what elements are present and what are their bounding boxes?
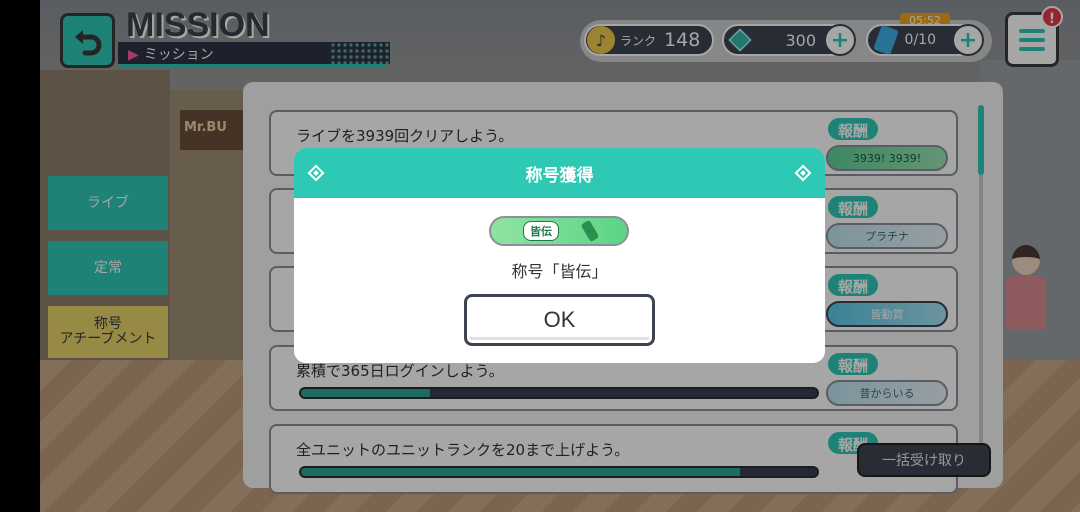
diamond-icon [307,164,325,182]
title-plate: 皆伝 [489,216,629,246]
dialog-header: 称号獲得 [294,148,825,198]
diamond-icon [794,164,812,182]
title-acquired-dialog: 称号獲得 皆伝 称号「皆伝」 OK [294,148,825,363]
dialog-title: 称号獲得 [525,165,594,186]
bottle-icon [580,219,600,243]
ok-button[interactable]: OK [464,294,655,346]
title-plate-text: 皆伝 [523,221,559,241]
dialog-message: 称号「皆伝」 [511,262,608,281]
